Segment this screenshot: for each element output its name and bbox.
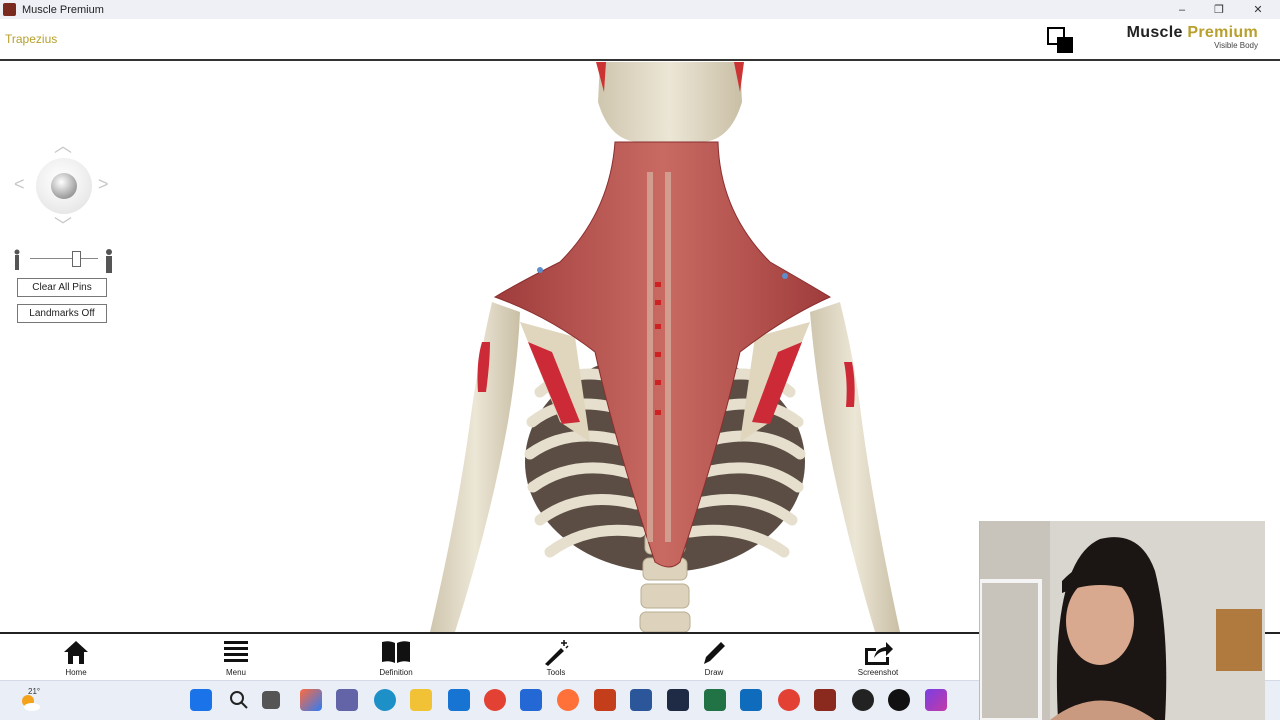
chrome-profile-icon[interactable] xyxy=(778,689,800,711)
menu-button[interactable]: Menu xyxy=(201,638,271,677)
screenshot-button[interactable]: Screenshot xyxy=(843,638,913,677)
menu-icon xyxy=(224,641,248,662)
screenshot-label: Screenshot xyxy=(857,668,899,677)
minimize-icon[interactable]: – xyxy=(1162,0,1202,19)
left-humerus[interactable] xyxy=(430,302,520,632)
anatomy-model[interactable] xyxy=(400,62,940,632)
person-face xyxy=(1066,577,1134,665)
app-icon-blue[interactable] xyxy=(520,689,542,711)
firefox-icon[interactable] xyxy=(557,689,579,711)
tools-button[interactable]: Tools xyxy=(521,638,591,677)
home-icon xyxy=(64,641,88,664)
landmark-pin-right[interactable] xyxy=(782,273,788,279)
teams-icon[interactable] xyxy=(336,689,358,711)
zoom-track xyxy=(30,258,98,259)
rotate-left-arrow-icon[interactable]: < xyxy=(14,174,25,195)
task-view-icon[interactable] xyxy=(262,691,280,709)
word-icon[interactable] xyxy=(630,689,652,711)
brand-subtitle: Visible Body xyxy=(1214,41,1258,50)
view-toggle-icon[interactable] xyxy=(1047,27,1075,53)
webcam-overlay xyxy=(979,521,1265,720)
restore-icon[interactable]: ❐ xyxy=(1199,0,1239,19)
person-large-icon xyxy=(106,249,112,273)
edge-icon[interactable] xyxy=(374,689,396,711)
definition-button[interactable]: Definition xyxy=(361,638,431,677)
wall-painting xyxy=(1216,609,1262,671)
person-small-icon xyxy=(14,249,20,270)
book-icon xyxy=(382,641,410,663)
search-icon[interactable] xyxy=(228,689,250,711)
joystick-knob[interactable] xyxy=(51,173,77,199)
brand-name-first: Muscle xyxy=(1126,24,1183,41)
outlook-icon[interactable] xyxy=(740,689,762,711)
pencil-icon xyxy=(704,642,725,664)
menu-label: Menu xyxy=(225,668,246,677)
rotate-up-arrow-icon[interactable]: ︿ xyxy=(54,132,72,158)
home-button[interactable]: Home xyxy=(41,638,111,677)
app-icon-dark[interactable] xyxy=(667,689,689,711)
home-label: Home xyxy=(65,668,87,677)
definition-label: Definition xyxy=(379,668,413,677)
muscle-premium-taskbar-icon[interactable] xyxy=(814,689,836,711)
skull[interactable] xyxy=(598,62,742,142)
close-icon[interactable]: ✕ xyxy=(1238,0,1278,19)
tools-label: Tools xyxy=(546,668,566,677)
rotation-joystick[interactable] xyxy=(36,158,92,214)
landmark-pin-left[interactable] xyxy=(537,267,543,273)
temperature-label: 21° xyxy=(28,687,41,696)
app-icon-record[interactable] xyxy=(852,689,874,711)
zoom-thumb[interactable] xyxy=(72,251,81,267)
draw-button[interactable]: Draw xyxy=(679,638,749,677)
app-icon xyxy=(3,3,16,16)
landmarks-toggle-button[interactable]: Landmarks Off xyxy=(17,304,107,323)
magic-wand-icon xyxy=(545,640,569,666)
zoom-slider[interactable] xyxy=(12,248,116,273)
app-header: Trapezius Muscle Premium Visible Body xyxy=(0,19,1280,61)
file-explorer-icon[interactable] xyxy=(410,689,432,711)
brand-name-second: Premium xyxy=(1187,24,1258,41)
mail-icon[interactable] xyxy=(448,689,470,711)
start-icon[interactable] xyxy=(190,689,212,711)
brand-logo: Muscle Premium Visible Body xyxy=(1127,24,1258,50)
selected-structure-label[interactable]: Trapezius xyxy=(5,32,57,46)
rotate-right-arrow-icon[interactable]: > xyxy=(98,174,109,195)
copilot-icon[interactable] xyxy=(300,689,322,711)
clipchamp-icon[interactable] xyxy=(925,689,947,711)
right-humerus[interactable] xyxy=(810,302,900,632)
window-title: Muscle Premium xyxy=(22,3,104,16)
draw-label: Draw xyxy=(704,668,724,677)
chrome-icon[interactable] xyxy=(484,689,506,711)
excel-icon[interactable] xyxy=(704,689,726,711)
media-player-icon[interactable] xyxy=(888,689,910,711)
window-titlebar: Muscle Premium – ❐ ✕ xyxy=(0,0,1280,19)
share-icon xyxy=(865,642,893,665)
rotate-down-arrow-icon[interactable]: ﹀ xyxy=(54,212,72,238)
clear-all-pins-button[interactable]: Clear All Pins xyxy=(17,278,107,297)
powerpoint-icon[interactable] xyxy=(594,689,616,711)
